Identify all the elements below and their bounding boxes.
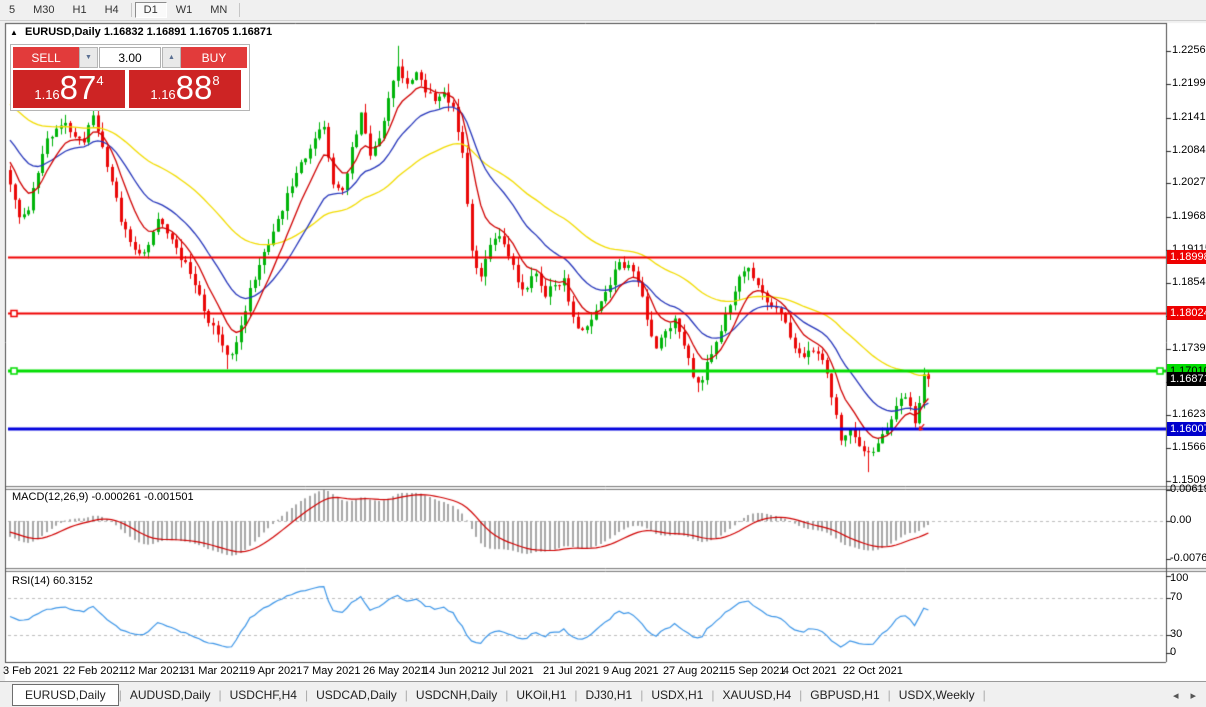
date-axis-label: 7 May 2021 [302, 665, 361, 677]
macd-scale-label: 0.006193 [1170, 483, 1206, 496]
price-line-badge: 1.18024 [1167, 305, 1206, 320]
price-scale-label: 1.18545 [1172, 275, 1206, 288]
date-axis-label: 27 Aug 2021 [662, 665, 725, 677]
one-click-trade-widget: SELL ▼ ▲ BUY 1.16 87 4 1.16 88 8 [10, 44, 250, 111]
timeframe-button-5[interactable]: 5 [0, 2, 24, 18]
rsi-scale-label: 30 [1170, 628, 1183, 641]
sell-price-prefix: 1.16 [34, 87, 60, 102]
trading-terminal: 5 M30 H1 H4 D1 W1 MN ▲ EURUSD,Daily 1.16832 1.… [0, 0, 1206, 707]
buy-price-pip-digit: 8 [212, 73, 220, 88]
date-axis-label: 2 Jul 2021 [482, 665, 534, 677]
price-line-badge: 1.16007 [1167, 421, 1206, 436]
trade-controls-row: SELL ▼ ▲ BUY [13, 47, 247, 68]
price-scale-label: 1.21410 [1172, 110, 1206, 123]
date-axis-label: 9 Aug 2021 [602, 665, 659, 677]
tab-scroll-left-icon[interactable]: ◂ [1173, 689, 1179, 702]
price-scale-label: 1.17390 [1172, 342, 1206, 355]
rsi-indicator-label: RSI(14) 60.3152 [12, 575, 93, 587]
date-axis-label: 12 Mar 2021 [122, 665, 185, 677]
rsi-scale-label: 100 [1170, 572, 1189, 584]
timeframe-button-d1[interactable]: D1 [134, 2, 167, 18]
buy-button[interactable]: BUY [181, 47, 247, 68]
sell-price-pip-digit: 4 [96, 73, 104, 88]
toolbar-separator [130, 3, 132, 17]
chart-symbol-label: EURUSD,Daily [24, 26, 101, 38]
price-scale-label: 1.15665 [1172, 441, 1206, 454]
date-axis-label: 15 Sep 2021 [722, 665, 786, 677]
tab-eurusd-daily[interactable]: EURUSD,Daily [12, 684, 119, 706]
chart-ohlc-quote: 1.16832 1.16891 1.16705 1.16871 [103, 26, 273, 38]
price-line-badge: 1.18998 [1167, 249, 1206, 264]
date-axis-label: 22 Oct 2021 [842, 665, 903, 677]
date-axis-label: 22 Feb 2021 [62, 665, 125, 677]
tab-scroll-arrows: ◂ ▸ [1173, 689, 1196, 702]
sell-button[interactable]: SELL [13, 47, 79, 68]
tab-gbpusd-h1[interactable]: GBPUSD,H1 [802, 685, 887, 705]
price-scale-label: 1.20270 [1172, 176, 1206, 189]
tab-ukoil-h1[interactable]: UKOil,H1 [508, 685, 574, 705]
timeframe-button-w1[interactable]: W1 [167, 2, 202, 18]
toolbar-separator [239, 3, 241, 17]
tab-usdx-weekly[interactable]: USDX,Weekly [891, 685, 983, 705]
price-scale-label: 1.21995 [1172, 77, 1206, 90]
macd-scale-label: -0.007626 [1170, 551, 1206, 564]
sell-price-big-digits: 87 [59, 69, 97, 106]
buy-price-prefix: 1.16 [150, 87, 176, 102]
timeframe-button-h4[interactable]: H4 [96, 2, 128, 18]
tab-usdchf-h4[interactable]: USDCHF,H4 [222, 685, 305, 705]
chart-tabs-bar: EURUSD,Daily | AUDUSD,Daily | USDCHF,H4 | USDC… [0, 681, 1206, 707]
macd-scale-label: 0.00 [1170, 514, 1192, 526]
buy-quote-panel[interactable]: 1.16 88 8 [129, 70, 241, 108]
date-axis-label: 14 Jun 2021 [422, 665, 484, 677]
rsi-scale-label: 0 [1170, 646, 1177, 658]
price-scale-label: 1.22565 [1172, 44, 1206, 57]
volume-decrease-button[interactable]: ▼ [79, 47, 98, 68]
price-scale-label: 1.20840 [1172, 143, 1206, 156]
trade-quotes-row: 1.16 87 4 1.16 88 8 [13, 70, 247, 108]
timeframe-toolbar: 5 M30 H1 H4 D1 W1 MN [0, 0, 1206, 21]
timeframe-button-m30[interactable]: M30 [24, 2, 63, 18]
price-line-badge: 1.16871 [1167, 371, 1206, 386]
date-axis-label: 21 Jul 2021 [542, 665, 600, 677]
collapse-triangle-icon[interactable]: ▲ [10, 28, 18, 37]
price-scale-label: 1.16235 [1172, 408, 1206, 421]
volume-input[interactable] [99, 47, 161, 68]
macd-indicator-label: MACD(12,26,9) -0.000261 -0.001501 [12, 491, 194, 503]
rsi-scale-label: 70 [1170, 590, 1183, 603]
timeframe-button-h1[interactable]: H1 [64, 2, 96, 18]
date-axis-label: 26 May 2021 [362, 665, 427, 677]
sell-quote-panel[interactable]: 1.16 87 4 [13, 70, 125, 108]
volume-increase-button[interactable]: ▲ [162, 47, 181, 68]
tab-audusd-daily[interactable]: AUDUSD,Daily [122, 685, 219, 705]
date-axis-label: 3 Feb 2021 [3, 665, 59, 677]
tab-usdcad-daily[interactable]: USDCAD,Daily [308, 685, 405, 705]
date-axis-label: 31 Mar 2021 [182, 665, 245, 677]
tab-usdcnh-daily[interactable]: USDCNH,Daily [408, 685, 505, 705]
tab-dj30-h1[interactable]: DJ30,H1 [578, 685, 641, 705]
date-axis-label: 4 Oct 2021 [782, 665, 837, 677]
buy-price-big-digits: 88 [175, 69, 213, 106]
tab-separator: | [982, 688, 986, 702]
spinner-down-icon: ▼ [85, 54, 92, 61]
spinner-up-icon: ▲ [168, 54, 175, 61]
timeframe-button-mn[interactable]: MN [201, 2, 236, 18]
tab-xauusd-h4[interactable]: XAUUSD,H4 [714, 685, 799, 705]
tab-usdx-h1[interactable]: USDX,H1 [643, 685, 711, 705]
chart-tabs: EURUSD,Daily | AUDUSD,Daily | USDCHF,H4 | USDC… [0, 684, 986, 706]
price-scale-label: 1.19685 [1172, 209, 1206, 222]
chart-title: ▲ EURUSD,Daily 1.16832 1.16891 1.16705 1… [10, 26, 272, 38]
date-axis-label: 19 Apr 2021 [242, 665, 303, 677]
tab-scroll-right-icon[interactable]: ▸ [1190, 689, 1196, 702]
